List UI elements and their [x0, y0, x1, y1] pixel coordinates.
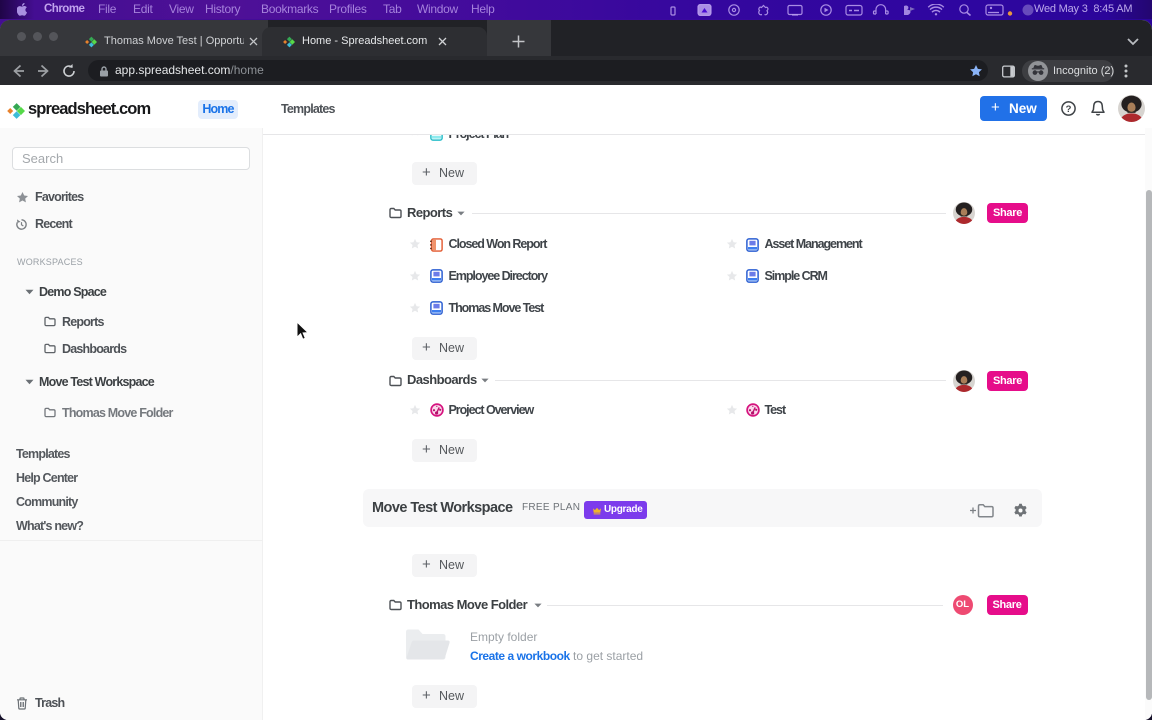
svg-text:?: ? [1066, 104, 1072, 115]
